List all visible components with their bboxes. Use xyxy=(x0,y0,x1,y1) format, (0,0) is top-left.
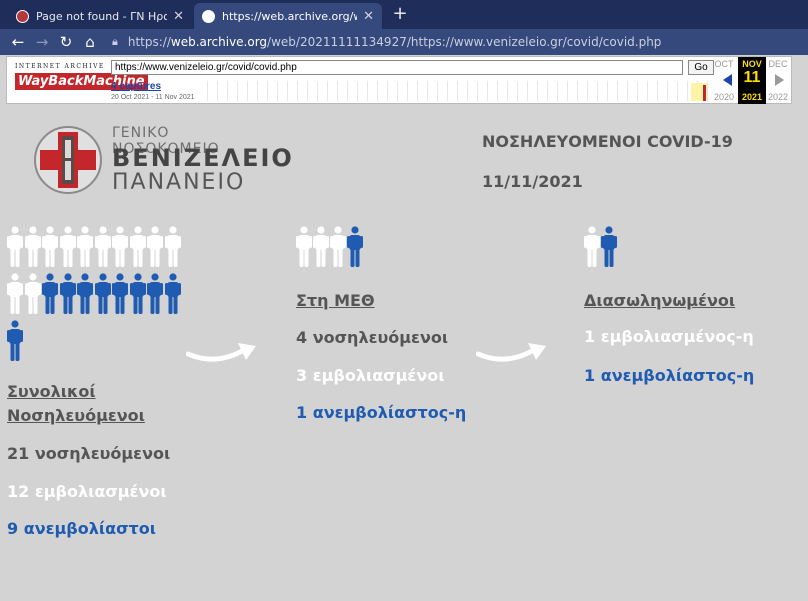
wayback-logo[interactable]: INTERNET ARCHIVE WayBackMachine xyxy=(15,59,148,99)
tab-title: https://web.archive.org/web/202 xyxy=(222,9,357,23)
tab-bar: Page not found - ΓΝ Ηρακλείου Β ✕ https:… xyxy=(0,0,808,29)
tab-title: Page not found - ΓΝ Ηρακλείου Β xyxy=(36,9,168,23)
arrow-right-icon xyxy=(186,343,256,362)
close-tab-icon[interactable]: ✕ xyxy=(363,9,374,24)
vaccinated-person-icon xyxy=(77,226,93,267)
globe-icon xyxy=(202,9,215,23)
vaccinated-person-icon xyxy=(7,226,23,267)
url-host: web.archive.org xyxy=(170,35,268,49)
calendar-next-month[interactable]: DEC 2022 xyxy=(764,57,792,104)
unvaccinated-person-icon xyxy=(77,273,93,314)
back-arrow-icon[interactable]: ← xyxy=(6,30,30,54)
icu-vaccinated: 3 εμβολιασμένοι xyxy=(296,366,445,385)
vaccinated-person-icon xyxy=(42,226,58,267)
intubated-unvaccinated: 1 ανεμβολίαστος-η xyxy=(584,366,755,385)
unvaccinated-person-icon xyxy=(59,273,76,314)
calendar-year: 2020 xyxy=(713,92,735,102)
vaccinated-person-icon xyxy=(129,226,146,267)
vaccinated-person-icon xyxy=(147,226,163,267)
wayback-toolbar: INTERNET ARCHIVE WayBackMachine https://… xyxy=(6,56,792,104)
tab-web-archive[interactable]: https://web.archive.org/web/202 ✕ xyxy=(194,3,382,29)
wayback-logo-top: INTERNET ARCHIVE xyxy=(15,63,105,70)
logo-line-3: ΠΑΝΑΝΕΙΟ xyxy=(112,170,246,195)
total-hospitalized: 21 νοσηλευόμενοι xyxy=(7,444,171,463)
url-prefix: https:// xyxy=(127,35,171,49)
total-section-title: Συνολικοί Νοσηλευόμενοι xyxy=(7,382,145,425)
icu-section-title: Στη ΜΕΘ xyxy=(296,291,375,310)
unvaccinated-person-icon xyxy=(94,273,111,314)
hospital-emblem-icon xyxy=(34,126,102,194)
unvaccinated-person-icon xyxy=(147,273,163,314)
unvaccinated-person-icon xyxy=(7,320,23,361)
calendar-month: NOV xyxy=(742,59,762,69)
vaccinated-person-icon xyxy=(313,226,329,267)
captures-link[interactable]: 4 captures xyxy=(111,81,161,92)
calendar-day: 11 xyxy=(743,69,761,86)
calendar-current-month: NOV 11 2021 xyxy=(738,57,766,104)
forward-arrow-icon[interactable]: → xyxy=(30,30,54,54)
address-bar[interactable]: 🔒︎ https://web.archive.org/web/202111111… xyxy=(112,32,661,52)
calendar-year: 2021 xyxy=(741,92,763,102)
vaccinated-person-icon xyxy=(7,273,23,314)
sparkline-capture-bar xyxy=(703,85,706,101)
calendar-month: OCT xyxy=(714,59,734,69)
arrow-right-icon xyxy=(476,343,546,362)
reload-icon[interactable]: ↻ xyxy=(54,30,78,54)
capture-sparkline[interactable] xyxy=(207,81,709,101)
browser-toolbar: ← → ↻ ⌂ 🔒︎ https://web.archive.org/web/2… xyxy=(0,29,808,55)
intubated-section-title: Διασωληνωμένοι xyxy=(584,291,736,310)
url-path: /web/20211111134927/https://www.venizele… xyxy=(267,35,662,49)
close-tab-icon[interactable]: ✕ xyxy=(173,9,184,24)
page-title: ΝΟΣΗΛΕΥΟΜΕΝΟΙ COVID-19 xyxy=(482,132,733,151)
vaccinated-person-icon xyxy=(164,226,181,267)
vaccinated-person-icon xyxy=(94,226,111,267)
unvaccinated-person-icon xyxy=(601,226,617,267)
home-icon[interactable]: ⌂ xyxy=(78,30,102,54)
icu-unvaccinated: 1 ανεμβολίαστος-η xyxy=(296,403,467,422)
vaccinated-person-icon xyxy=(584,226,600,267)
unvaccinated-person-icon xyxy=(347,226,363,267)
tab-page-not-found[interactable]: Page not found - ΓΝ Ηρακλείου Β ✕ xyxy=(8,3,192,29)
page-date: 11/11/2021 xyxy=(482,172,583,191)
new-tab-icon[interactable]: + xyxy=(390,3,410,25)
total-vaccinated: 12 εμβολιασμένοι xyxy=(7,482,167,501)
icu-hospitalized: 4 νοσηλευόμενοι xyxy=(296,328,449,347)
unvaccinated-person-icon xyxy=(129,273,146,314)
calendar-month: DEC xyxy=(768,59,788,69)
vaccinated-person-icon xyxy=(296,226,312,267)
hospital-logo: ΓΕΝΙΚΟ ΝΟΣΟΚΟΜΕΙΟ ΒΕΝΙΖΕΛΕΙΟ ΠΑΝΑΝΕΙΟ xyxy=(32,122,292,198)
unvaccinated-person-icon xyxy=(164,273,181,314)
prev-capture-icon[interactable] xyxy=(723,74,732,86)
logo-line-2: ΒΕΝΙΖΕΛΕΙΟ xyxy=(112,144,294,172)
vaccinated-person-icon xyxy=(59,226,76,267)
site-favicon-icon xyxy=(16,9,29,23)
calendar-year: 2022 xyxy=(767,92,789,102)
unvaccinated-person-icon xyxy=(112,273,128,314)
lock-icon: 🔒︎ xyxy=(112,35,118,48)
total-unvaccinated: 9 ανεμβολίαστοι xyxy=(7,519,156,538)
vaccinated-person-icon xyxy=(112,226,128,267)
vaccinated-person-icon xyxy=(330,226,346,267)
capture-range: 20 Oct 2021 - 11 Nov 2021 xyxy=(111,94,195,101)
vaccinated-person-icon xyxy=(24,226,41,267)
intubated-vaccinated: 1 εμβολιασμένος-η xyxy=(584,327,754,346)
unvaccinated-person-icon xyxy=(42,273,58,314)
wayback-url-input[interactable]: https://www.venizeleio.gr/covid/covid.ph… xyxy=(111,60,683,75)
vaccinated-person-icon xyxy=(24,273,41,314)
